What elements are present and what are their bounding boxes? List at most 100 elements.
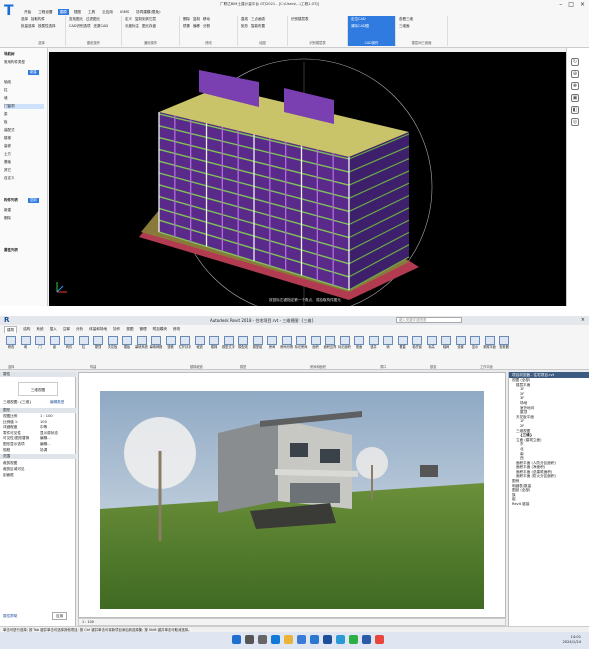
ribbon-button[interactable]: 墙: [19, 336, 33, 354]
ribbon-button[interactable]: 标记房间: [294, 336, 308, 354]
nav-item[interactable]: 基础: [4, 160, 11, 165]
store-icon[interactable]: [297, 635, 306, 644]
taskview-icon[interactable]: [258, 635, 267, 644]
ribbon-button[interactable]: 标记面积: [338, 336, 352, 354]
camera-icon[interactable]: ◎: [571, 118, 579, 126]
ribbon-item[interactable]: 批量选择: [21, 23, 35, 30]
tab-7[interactable]: 协作: [113, 326, 120, 333]
ribbon-button[interactable]: 竖梃: [164, 336, 178, 354]
ribbon-item[interactable]: 复制: [193, 16, 200, 23]
ribbon-button[interactable]: 设置: [454, 336, 468, 354]
prop-value[interactable]: 1 : 100: [40, 414, 53, 418]
maximize-icon[interactable]: □: [568, 2, 574, 8]
nav-item[interactable]: 其它: [4, 168, 11, 173]
tab-1[interactable]: 工程设置: [36, 9, 54, 15]
mail-icon[interactable]: [310, 635, 319, 644]
nav-item[interactable]: 土方: [4, 152, 11, 157]
ribbon-button[interactable]: 老虎窗: [410, 336, 424, 354]
apply-button[interactable]: 应用: [52, 612, 68, 620]
close-icon[interactable]: ×: [581, 316, 585, 325]
tab-6[interactable]: IGMS: [118, 9, 131, 15]
ribbon-button[interactable]: 模型线: [236, 336, 250, 354]
ribbon-button[interactable]: 窗: [48, 336, 62, 354]
nav-item[interactable]: 自定义: [4, 176, 15, 181]
nav-item[interactable]: 楼梯: [4, 136, 11, 141]
type-selector[interactable]: 三维视图: [18, 382, 58, 396]
app-logo-icon[interactable]: T: [4, 4, 18, 18]
search-input[interactable]: 键入关键字或短语: [396, 317, 462, 323]
close-icon[interactable]: ×: [580, 2, 585, 8]
properties-help-link[interactable]: 属性帮助: [3, 614, 17, 619]
tab-7[interactable]: 协同建模(限免): [134, 9, 162, 15]
tab-9[interactable]: 管理: [139, 326, 146, 333]
ribbon-button[interactable]: 幕墙网格: [149, 336, 163, 354]
glodon-icon[interactable]: [336, 635, 345, 644]
view-scale[interactable]: 1 : 100: [82, 620, 94, 624]
wechat-icon[interactable]: [349, 635, 358, 644]
nav-item[interactable]: 板: [4, 120, 8, 125]
nav-item[interactable]: 装配式: [4, 128, 15, 133]
ribbon-item[interactable]: 分割: [203, 23, 210, 30]
copy-button[interactable]: 复制: [28, 198, 39, 203]
ribbon-button[interactable]: 幕墙系统: [135, 336, 149, 354]
edge-icon[interactable]: [271, 635, 280, 644]
3d-view-canvas[interactable]: [78, 372, 506, 618]
ribbon-button[interactable]: 模型组: [251, 336, 265, 354]
ribbon-item[interactable]: 矩形: [241, 23, 248, 30]
windows-icon[interactable]: [232, 635, 241, 644]
ribbon-button[interactable]: 楼梯: [207, 336, 221, 354]
ribbon-button[interactable]: 竖井: [367, 336, 381, 354]
prop-value[interactable]: 编辑...: [40, 436, 51, 441]
tab-4[interactable]: 注释: [63, 326, 70, 333]
ribbon-item[interactable]: 查看三维: [399, 16, 413, 23]
ribbon-button[interactable]: 房间分隔: [280, 336, 294, 354]
ribbon-item[interactable]: 智能布置: [251, 23, 265, 30]
revit-logo-icon[interactable]: R: [4, 316, 9, 325]
ribbon-item[interactable]: 按属性选择: [38, 23, 56, 30]
nav-item[interactable]: 常用构件类型: [4, 60, 25, 65]
minimize-icon[interactable]: –: [559, 2, 562, 8]
ribbon-item[interactable]: 偏移: [193, 23, 200, 30]
tab-10[interactable]: 附加模块: [153, 326, 167, 333]
tab-6[interactable]: 体量和场地: [89, 326, 107, 333]
ribbon-item[interactable]: 定位CAD: [351, 16, 366, 23]
system-clock[interactable]: 14:01 2024/1/24: [563, 635, 581, 645]
ribbon-button[interactable]: 房间: [265, 336, 279, 354]
ribbon-button[interactable]: 面积边界: [323, 336, 337, 354]
chrome-icon[interactable]: [375, 635, 384, 644]
rotate-icon[interactable]: ↻: [571, 58, 579, 66]
zoom-icon[interactable]: ⊕: [571, 70, 579, 78]
ribbon-item[interactable]: 三点画弧: [251, 16, 265, 23]
ribbon-item[interactable]: 清除CAD图: [351, 23, 369, 30]
tab-5[interactable]: 分析: [76, 326, 83, 333]
ribbon-item[interactable]: 选择: [21, 16, 28, 23]
pan-icon[interactable]: ✥: [571, 82, 579, 90]
explorer-icon[interactable]: [284, 635, 293, 644]
search-icon[interactable]: [245, 635, 254, 644]
prop-value[interactable]: 编辑...: [40, 442, 51, 447]
ribbon-button[interactable]: 垂直: [396, 336, 410, 354]
ribbon-item[interactable]: 图元存盘: [142, 23, 156, 30]
tab-0[interactable]: 建筑: [4, 326, 18, 333]
instance-selector[interactable]: 三维视图: {三维}: [3, 400, 32, 405]
ribbon-item[interactable]: 移动: [203, 16, 210, 23]
ribbon-button[interactable]: 查看器: [497, 336, 511, 354]
ribbon-item[interactable]: 复制到其它层: [135, 16, 156, 23]
word-icon[interactable]: [362, 635, 371, 644]
prop-value[interactable]: 100: [40, 420, 47, 424]
ribbon-button[interactable]: 门: [33, 336, 47, 354]
ribbon-button[interactable]: 天花板: [106, 336, 120, 354]
ribbon-button[interactable]: 坡道: [193, 336, 207, 354]
nav-item[interactable]: 删除: [4, 216, 11, 221]
tab-3[interactable]: 视图: [72, 9, 83, 15]
nav-item[interactable]: 墙: [4, 96, 8, 101]
edit-type-button[interactable]: 编辑类型: [50, 400, 64, 405]
ribbon-item[interactable]: 查找图元: [69, 16, 83, 23]
ribbon-button[interactable]: 墙: [381, 336, 395, 354]
tab-2[interactable]: 建模: [57, 9, 69, 15]
ribbon-button[interactable]: 标高: [425, 336, 439, 354]
ribbon-item[interactable]: 直线: [241, 16, 248, 23]
gtj-3d-viewport[interactable]: 按鼠标左键指定第一个角点，或拾取构件图元: [49, 52, 575, 306]
ribbon-button[interactable]: 面积: [309, 336, 323, 354]
ribbon-button[interactable]: 轴网: [439, 336, 453, 354]
